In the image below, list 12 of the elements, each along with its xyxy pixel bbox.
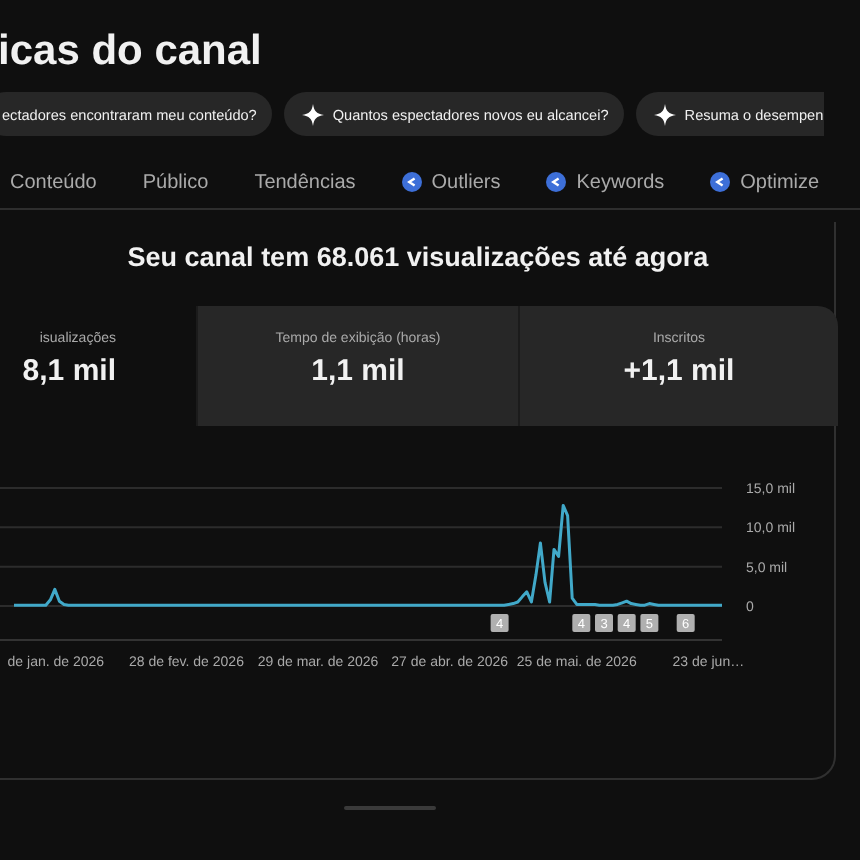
tab[interactable]: Outliers <box>401 171 501 193</box>
summary-heading: Seu canal tem 68.061 visualizações até agora <box>125 240 711 276</box>
extension-icon <box>710 172 731 192</box>
tab[interactable]: Keywords <box>546 171 665 193</box>
page-title: icas do canal <box>0 26 264 78</box>
extension-icon <box>546 172 567 192</box>
extension-icon <box>401 172 422 192</box>
tab[interactable]: Tendências <box>254 171 356 193</box>
tab[interactable]: Optimize <box>710 171 820 193</box>
drag-handle[interactable] <box>344 806 436 810</box>
tab[interactable]: Conteúdo <box>10 171 97 193</box>
tab[interactable]: Público <box>142 171 209 193</box>
